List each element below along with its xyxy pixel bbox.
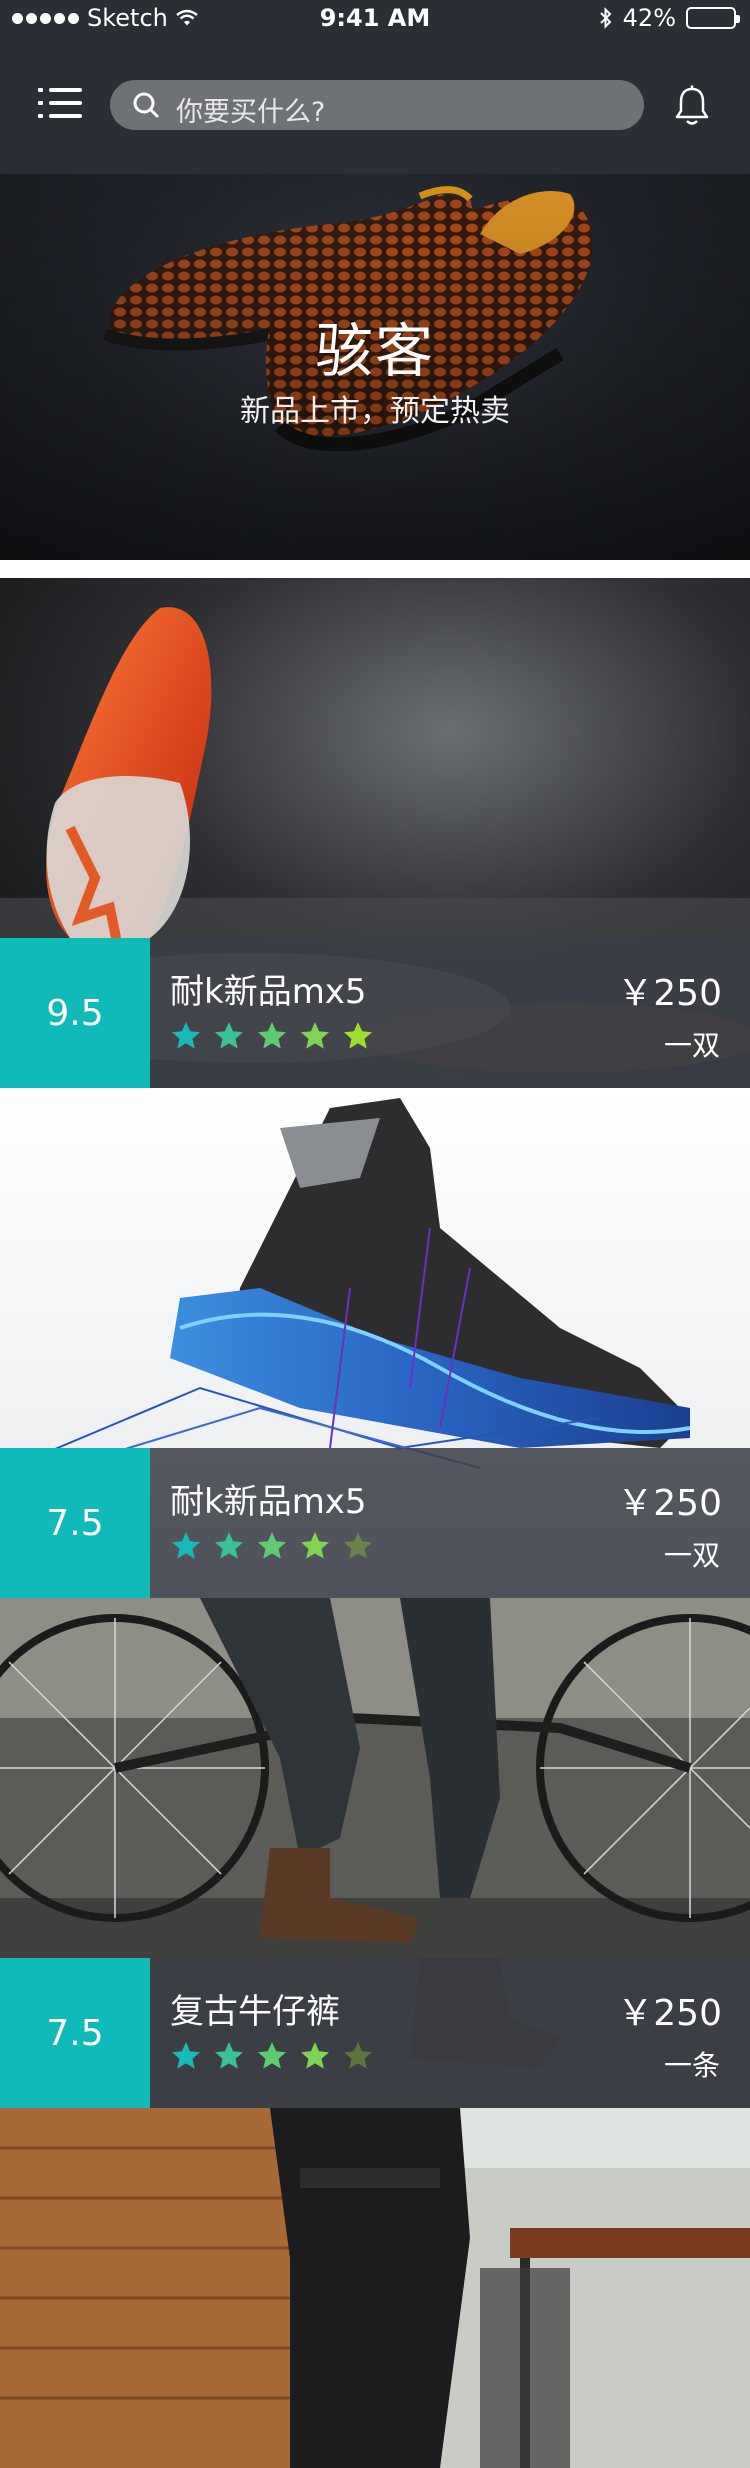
star-icon [301, 2042, 329, 2069]
hero-banner[interactable]: 骇客 新品上市，预定热卖 [0, 174, 750, 560]
hero-title: 骇客 [314, 317, 435, 385]
star-icon [258, 2042, 286, 2069]
product-card[interactable]: 9.5 耐k新品mx5 ￥250 一双 [0, 578, 750, 1088]
product-card[interactable]: 7.5 复古牛仔裤 ￥250 一条 [0, 1598, 750, 2108]
star-icon [344, 1532, 372, 1559]
rating-stars [170, 1020, 374, 1052]
rating-stars [170, 2040, 374, 2072]
product-unit: 一双 [663, 1029, 720, 1062]
product-name: 耐k新品mx5 [170, 972, 367, 1012]
star-icon [215, 1532, 243, 1559]
status-bar: Sketch 9:41 AM 42% [0, 0, 750, 40]
star-icon [301, 1532, 329, 1559]
product-price: ￥250 [617, 1483, 722, 1524]
divider [0, 560, 750, 578]
menu-button[interactable] [38, 88, 82, 120]
star-icon [172, 2042, 200, 2069]
product-info-bar: 9.5 耐k新品mx5 ￥250 一双 [0, 938, 750, 1088]
score-badge: 9.5 [0, 938, 150, 1088]
score-badge: 7.5 [0, 1448, 150, 1598]
star-icon [215, 1022, 243, 1049]
star-icon [344, 2042, 372, 2069]
search-input[interactable]: 你要买什么? [176, 90, 325, 129]
bell-icon[interactable] [672, 84, 712, 128]
product-info-bar: 7.5 复古牛仔裤 ￥250 一条 [0, 1958, 750, 2108]
star-icon [301, 1022, 329, 1049]
product-unit: 一双 [663, 1539, 720, 1572]
status-right: 42% [599, 4, 740, 32]
product-image [0, 2108, 750, 2468]
star-icon [344, 1022, 372, 1049]
list-icon [38, 88, 82, 92]
product-name: 耐k新品mx5 [170, 1482, 367, 1522]
star-icon [172, 1532, 200, 1559]
star-icon [258, 1022, 286, 1049]
rating-stars [170, 1530, 374, 1562]
product-price: ￥250 [617, 973, 722, 1014]
bluetooth-icon [599, 7, 612, 29]
product-unit: 一条 [663, 2049, 720, 2082]
battery-percent: 42% [622, 4, 676, 32]
product-card[interactable]: 7.5 耐k新品mx5 ￥250 一双 [0, 1088, 750, 1598]
star-icon [215, 2042, 243, 2069]
battery-icon [686, 7, 740, 29]
product-name: 复古牛仔裤 [170, 1992, 340, 2032]
product-price: ￥250 [617, 1993, 722, 2034]
search-bar[interactable]: 你要买什么? [110, 80, 644, 130]
product-card[interactable] [0, 2108, 750, 2468]
top-bar: Sketch 9:41 AM 42% 你要买什么? [0, 0, 750, 174]
product-info-bar: 7.5 耐k新品mx5 ￥250 一双 [0, 1448, 750, 1598]
star-icon [258, 1532, 286, 1559]
hero-subtitle: 新品上市，预定热卖 [240, 394, 510, 429]
score-badge: 7.5 [0, 1958, 150, 2108]
star-icon [172, 1022, 200, 1049]
search-icon [133, 92, 159, 118]
